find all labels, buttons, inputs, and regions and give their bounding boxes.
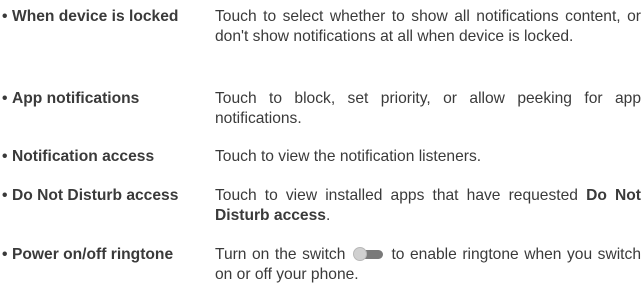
description-text: Touch to view installed apps that have r… xyxy=(215,187,587,204)
term-label: Power on/off ringtone xyxy=(12,246,174,263)
bullet: • xyxy=(2,148,8,165)
item-term: • App notifications xyxy=(2,89,216,109)
item-term: • Power on/off ringtone xyxy=(2,245,216,265)
toggle-switch-icon xyxy=(352,247,384,261)
term-label: App notifications xyxy=(12,90,140,107)
item-term: • Notification access xyxy=(2,147,216,167)
term-label: Notification access xyxy=(12,148,155,165)
item-term: • When device is locked xyxy=(2,7,216,27)
bullet: • xyxy=(2,90,8,107)
item-description: Turn on the switch to enable ringtone wh… xyxy=(215,245,641,285)
item-term: • Do Not Disturb access xyxy=(2,186,216,206)
item-description: Touch to block, set priority, or allow p… xyxy=(215,90,641,127)
description-text-end: . xyxy=(325,207,331,224)
item-description: Touch to view the notification listeners… xyxy=(215,148,482,165)
bullet: • xyxy=(2,8,8,25)
description-text: Turn on the switch xyxy=(215,246,346,263)
switch-knob xyxy=(352,247,367,261)
bullet: • xyxy=(2,246,8,263)
item-description: Touch to view installed apps that have r… xyxy=(215,186,641,226)
term-label: When device is locked xyxy=(12,8,179,25)
bullet: • xyxy=(2,187,8,204)
item-description: Touch to select whether to show all noti… xyxy=(215,8,641,45)
settings-description-list: • When device is locked Touch to select w… xyxy=(0,0,644,288)
term-label: Do Not Disturb access xyxy=(12,187,179,204)
